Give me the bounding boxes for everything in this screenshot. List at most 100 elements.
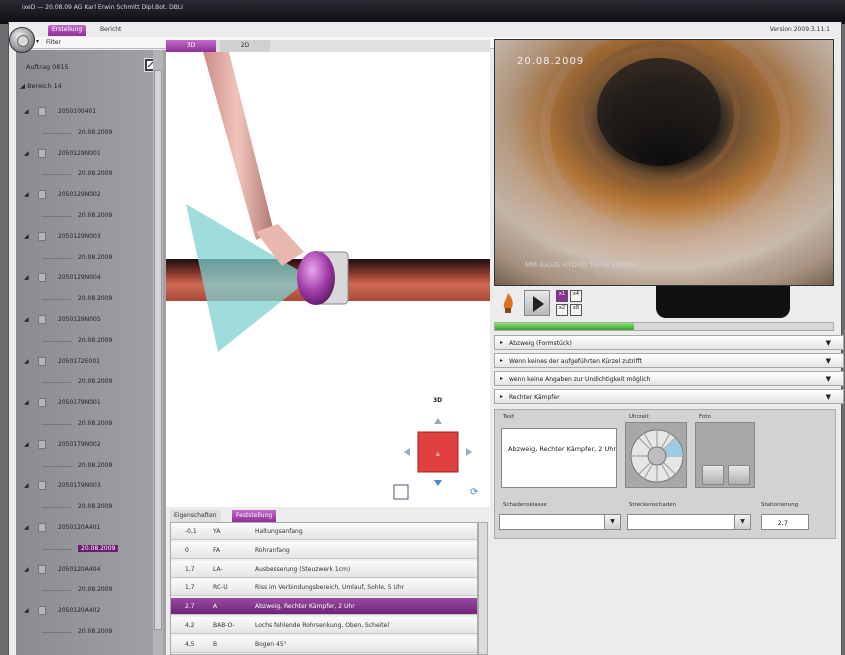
node-checkbox[interactable]: [38, 315, 46, 324]
tree-item-node[interactable]: ◢ 2050179N002: [16, 439, 166, 451]
play-button[interactable]: [524, 290, 550, 316]
tree-scroll-thumb[interactable]: [154, 70, 162, 630]
observation-row[interactable]: 1,7 RC-U Riss im Verbindungsbereich, Umlau…: [171, 579, 477, 597]
tree-item-node[interactable]: ◢ 2050129N002: [16, 189, 166, 201]
tree-item-date[interactable]: 20.08.2009: [16, 543, 166, 555]
tree-bereich-header[interactable]: ◢ Bereich 14: [16, 82, 62, 90]
node-checkbox[interactable]: [38, 356, 46, 366]
tree-item-node[interactable]: ◢ 2050100401: [16, 106, 166, 118]
tab-bericht[interactable]: Bericht: [96, 25, 125, 36]
tab-3d[interactable]: 3D: [166, 40, 216, 52]
node-checkbox[interactable]: [38, 564, 46, 574]
expand-arrow-icon[interactable]: ◢: [24, 233, 29, 240]
expand-arrow-icon[interactable]: ◢: [24, 399, 29, 406]
observation-scrollbar[interactable]: [478, 522, 488, 655]
node-checkbox[interactable]: [38, 439, 46, 449]
node-checkbox[interactable]: [38, 190, 46, 200]
tree-item-node[interactable]: ◢ 2050129N005: [16, 314, 166, 326]
stationierung-input[interactable]: 2,7: [761, 514, 809, 530]
tree-item-node[interactable]: ◢ 2050120A404: [16, 564, 166, 576]
tree-item-node[interactable]: ◢ 2050129N001: [16, 148, 166, 160]
chevron-down-icon[interactable]: ▼: [826, 375, 831, 383]
tab-feststellung[interactable]: Feststellung: [232, 510, 277, 522]
tree-item-date[interactable]: 20.08.2009: [16, 127, 166, 139]
node-checkbox[interactable]: [38, 398, 46, 408]
speed-x8-button[interactable]: x8: [570, 304, 582, 316]
speed-x4-button[interactable]: x4: [570, 290, 582, 302]
tree-item-node[interactable]: ◢ 2050172E001: [16, 356, 166, 368]
tab-erstellung[interactable]: Erstellung: [48, 25, 87, 36]
dropdown-code[interactable]: ▸ Abzweig (Formstück) ▼: [494, 335, 844, 350]
tree-item-date[interactable]: 20.08.2009: [16, 293, 166, 305]
expand-arrow-icon[interactable]: ◢: [24, 274, 29, 281]
tree-item-node[interactable]: ◢ 2050120A402: [16, 605, 166, 617]
dropdown-char1[interactable]: ▸ Wenn keines der aufgeführten Kürzel zu…: [494, 353, 844, 368]
observation-row[interactable]: 0 FA Rohranfang: [171, 541, 477, 559]
tab-eigenschaften[interactable]: Eigenschaften: [170, 510, 221, 522]
tree-item-date[interactable]: 20.08.2009: [16, 418, 166, 430]
fit-view-icon[interactable]: [393, 484, 409, 500]
dropdown-char2[interactable]: ▸ wenn keine Angaben zur Undichtigkeit m…: [494, 371, 844, 386]
observation-row[interactable]: -0,1 YA Haltungsanfang: [171, 523, 477, 540]
node-checkbox[interactable]: [38, 148, 46, 158]
chevron-down-icon[interactable]: ▼: [826, 393, 831, 401]
video-progress-bar[interactable]: [494, 322, 834, 331]
expand-arrow-icon[interactable]: ◢: [24, 607, 29, 614]
expand-arrow-icon[interactable]: ◢: [24, 108, 29, 115]
node-checkbox[interactable]: [38, 273, 46, 283]
tree-item-date[interactable]: 20.08.2009: [16, 501, 166, 513]
chevron-down-icon[interactable]: ▼: [604, 515, 620, 529]
tree-scrollbar[interactable]: [153, 50, 163, 655]
tree-item-date[interactable]: 20.08.2009: [16, 210, 166, 222]
tree-item-date[interactable]: 20.08.2009: [16, 252, 166, 264]
pipe-3d-view[interactable]: a ⟳ 3D: [166, 52, 490, 507]
tree-item-date[interactable]: 20.08.2009: [16, 168, 166, 180]
marker-flame-icon[interactable]: [500, 292, 516, 314]
tree-item-node[interactable]: ◢ 2050129N004: [16, 272, 166, 284]
tree-item-date[interactable]: 20.08.2009: [16, 376, 166, 388]
tree-item-node[interactable]: ◢ 2050179N003: [16, 480, 166, 492]
observation-text-box[interactable]: Abzweig, Rechter Kämpfer, 2 Uhr: [501, 428, 617, 488]
node-checkbox[interactable]: [38, 231, 46, 241]
node-checkbox[interactable]: [38, 606, 46, 616]
clock-position-picker[interactable]: [625, 422, 687, 488]
delete-photo-icon[interactable]: [728, 465, 750, 485]
orientation-cube[interactable]: a: [404, 418, 472, 486]
observation-row[interactable]: 2,7 A Abzweig, Rechter Kämpfer, 2 Uhr: [171, 598, 477, 616]
streckenschaden-select[interactable]: ▼: [627, 514, 751, 530]
schadensklasse-select[interactable]: ▼: [499, 514, 621, 530]
expand-arrow-icon[interactable]: ◢: [24, 482, 29, 489]
observation-row[interactable]: 4,5 B Bogen 45°: [171, 635, 477, 653]
tree-item-date[interactable]: 20.08.2009: [16, 460, 166, 472]
filter-arrow-icon[interactable]: ▾: [36, 38, 39, 45]
speed-x1-button[interactable]: x1: [556, 290, 568, 302]
tree-item-date[interactable]: 20.08.2009: [16, 584, 166, 596]
expand-arrow-icon[interactable]: ◢: [24, 524, 29, 531]
chevron-down-icon[interactable]: ▼: [826, 357, 831, 365]
expand-arrow-icon[interactable]: ◢: [24, 441, 29, 448]
tree-item-node[interactable]: ◢ 2050179N001: [16, 397, 166, 409]
tab-2d[interactable]: 2D: [220, 40, 270, 52]
expand-arrow-icon[interactable]: ◢: [24, 358, 29, 365]
expand-arrow-icon[interactable]: ◢: [24, 316, 29, 323]
app-menu-orb[interactable]: [9, 27, 35, 53]
tree-item-node[interactable]: ◢ 2050120A401: [16, 522, 166, 534]
video-frame[interactable]: 20.08.2009 MM BASIS HYDRO TEAM 10000: [494, 39, 834, 286]
expand-arrow-icon[interactable]: ◢: [24, 566, 29, 573]
speed-x2-button[interactable]: x2: [556, 304, 568, 316]
node-checkbox[interactable]: [38, 523, 46, 532]
dropdown-position[interactable]: ▸ Rechter Kämpfer ▼: [494, 389, 844, 404]
node-checkbox[interactable]: [38, 107, 46, 116]
chevron-down-icon[interactable]: ▼: [734, 515, 750, 529]
observation-row[interactable]: 1,7 LA- Ausbesserung (Steuzwerk 1cm): [171, 560, 477, 578]
chevron-down-icon[interactable]: ▼: [826, 339, 831, 347]
filter-label[interactable]: Filter: [46, 39, 61, 46]
expand-arrow-icon[interactable]: ◢: [24, 191, 29, 198]
observation-row[interactable]: 4,2 BAB-O- Lochs fehlende Rohrsenkung, Obe…: [171, 617, 477, 634]
expand-arrow-icon[interactable]: ◢: [24, 150, 29, 157]
tree-item-node[interactable]: ◢ 2050129N003: [16, 231, 166, 243]
tree-item-date[interactable]: 20.08.2009: [16, 626, 166, 638]
node-checkbox[interactable]: [38, 481, 46, 491]
rotate-view-icon[interactable]: ⟳: [470, 487, 479, 498]
camera-icon[interactable]: [702, 465, 724, 485]
